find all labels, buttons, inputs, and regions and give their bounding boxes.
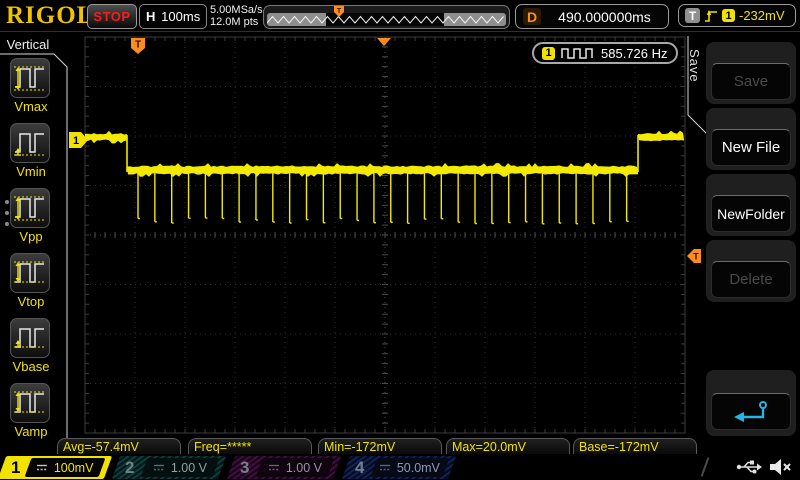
channel-2-number: 2	[125, 458, 135, 477]
oscilloscope-screen: RIGOL STOP H 100ms 5.00MSa/s 12.0M pts T…	[0, 0, 800, 480]
measurement-base[interactable]: Base=-172mV	[573, 438, 697, 454]
measurement-avg[interactable]: Avg=-57.4mV	[57, 438, 181, 454]
return-arrow-icon	[734, 400, 767, 422]
coupling-dc-icon	[380, 464, 391, 471]
menu-slot-new-file: New File	[706, 108, 796, 170]
speaker-muted-icon	[770, 459, 791, 475]
trigger-level-marker-icon: T	[687, 249, 701, 263]
svg-text:T: T	[693, 252, 699, 262]
waveform-display-area[interactable]: T 1 T	[0, 0, 800, 480]
channel-4-number: 4	[355, 458, 365, 477]
channel-4-scale: 50.0mV	[397, 460, 441, 475]
statusbar-divider	[700, 457, 710, 477]
menu-slot-return	[706, 370, 796, 436]
svg-text:T: T	[135, 40, 141, 51]
menu-slot-save: Save	[706, 42, 796, 104]
return-button[interactable]	[711, 393, 791, 430]
channel-1-number: 1	[11, 458, 21, 477]
menu-tab-save: Save	[687, 49, 702, 83]
channel-1-tab[interactable]: 1 100mV	[0, 456, 113, 479]
menu-slot-new-folder: NewFolder	[706, 174, 796, 236]
horizontal-center-marker-icon	[377, 38, 391, 46]
freq-counter-channel-badge: 1	[542, 46, 555, 60]
coupling-dc-icon	[268, 464, 279, 471]
channel-3-number: 3	[240, 458, 250, 477]
channel-2-tab[interactable]: 2 1.00 V	[111, 456, 227, 479]
measurement-max[interactable]: Max=20.0mV	[446, 438, 570, 454]
channel-1-scale: 100mV	[54, 460, 94, 475]
channel-3-tab[interactable]: 3 1.00 V	[226, 456, 342, 479]
coupling-dc-icon	[37, 464, 48, 471]
measurement-freq[interactable]: Freq=*****	[188, 438, 312, 454]
channel-2-scale: 1.00 V	[170, 460, 208, 475]
channel-3-scale: 1.00 V	[285, 460, 323, 475]
trigger-position-marker-icon: T	[131, 38, 145, 54]
frequency-value: 585.726 Hz	[601, 45, 668, 61]
square-wave-icon	[561, 48, 593, 59]
coupling-dc-icon	[153, 464, 164, 471]
frequency-counter: 1 585.726 Hz	[532, 42, 678, 64]
svg-text:1: 1	[73, 135, 79, 147]
channel-status-bar: 1 100mV 2 1.00 V 3 1.00 V 4 50.0mV	[0, 455, 800, 480]
channel-4-tab[interactable]: 4 50.0mV	[341, 456, 457, 479]
usb-icon	[736, 460, 762, 474]
save-button[interactable]: Save	[711, 63, 791, 100]
new-file-button[interactable]: New File	[711, 129, 791, 166]
new-folder-button[interactable]: NewFolder	[711, 195, 791, 232]
menu-slot-delete: Delete	[706, 240, 796, 302]
delete-button[interactable]: Delete	[711, 261, 791, 298]
measurement-min[interactable]: Min=-172mV	[318, 438, 442, 454]
